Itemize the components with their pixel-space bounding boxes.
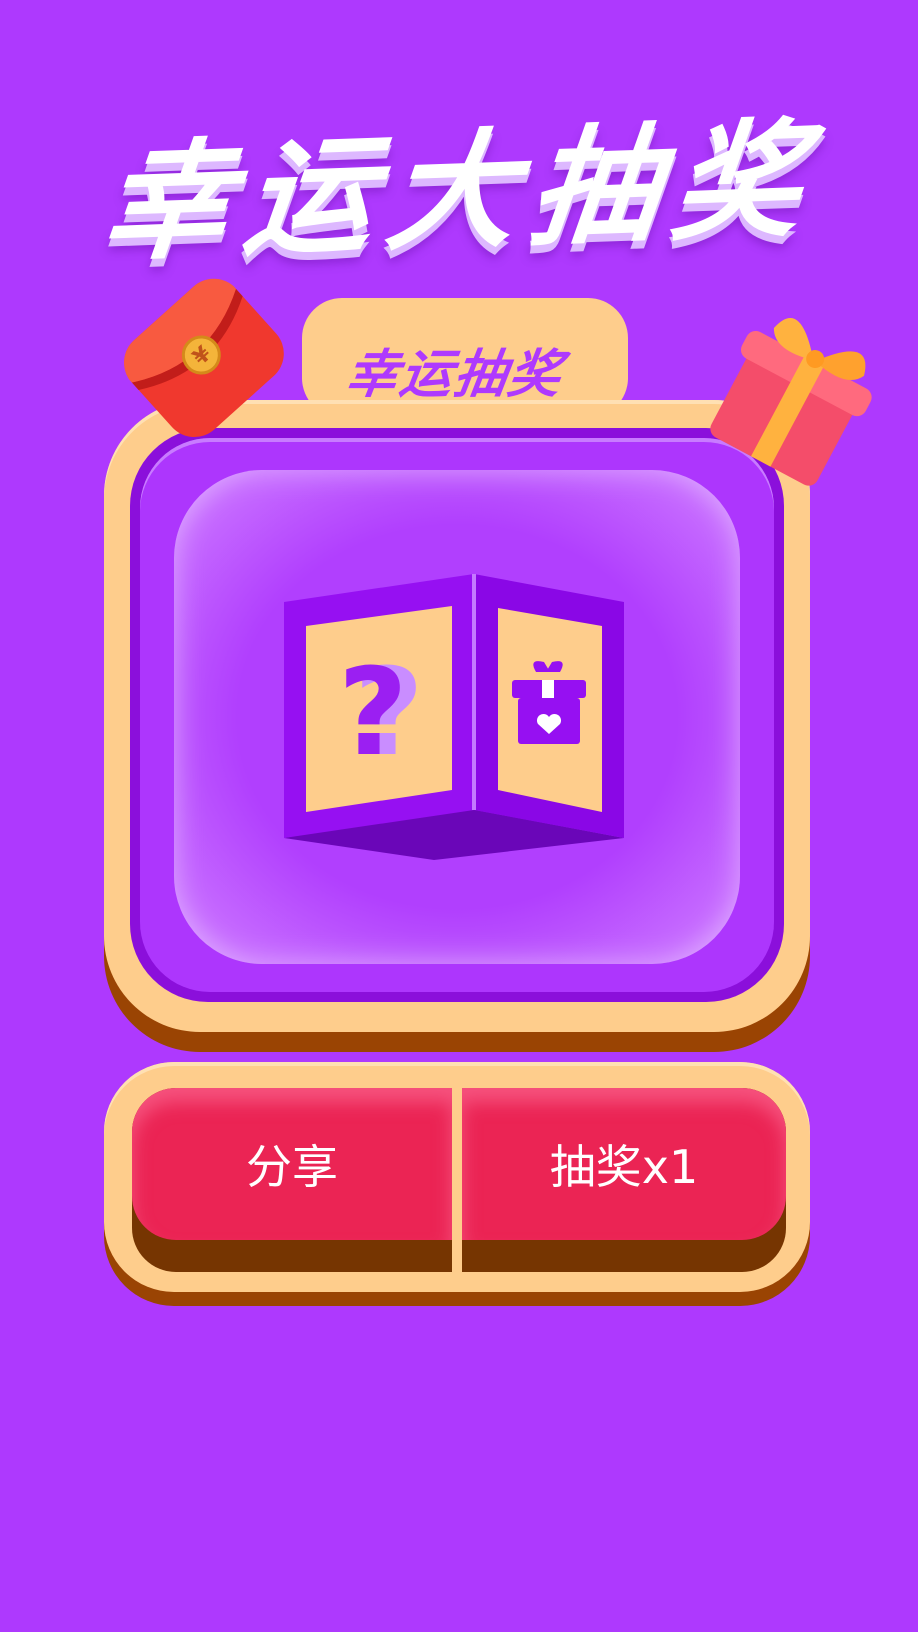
question-mark-icon: ? ? [338,644,424,783]
lucky-draw-page: 幸运大抽奖 幸运抽奖 ? ? ¥ 分享 抽奖x1 [0,0,918,1632]
share-button-label[interactable]: 分享 [132,1088,452,1240]
share-button[interactable]: 分享 [132,1088,452,1272]
page-title: 幸运大抽奖 [94,105,824,280]
draw-button-label[interactable]: 抽奖x1 [462,1088,786,1240]
red-envelope-icon: ¥ [124,278,284,438]
gift-box-icon [710,318,872,486]
draw-button[interactable]: 抽奖x1 [462,1088,786,1272]
mystery-box-icon[interactable]: ? ? [284,568,624,864]
panel-tab-title: 幸运抽奖 [341,345,567,405]
button-divider [452,1088,462,1272]
svg-text:?: ? [338,644,408,783]
